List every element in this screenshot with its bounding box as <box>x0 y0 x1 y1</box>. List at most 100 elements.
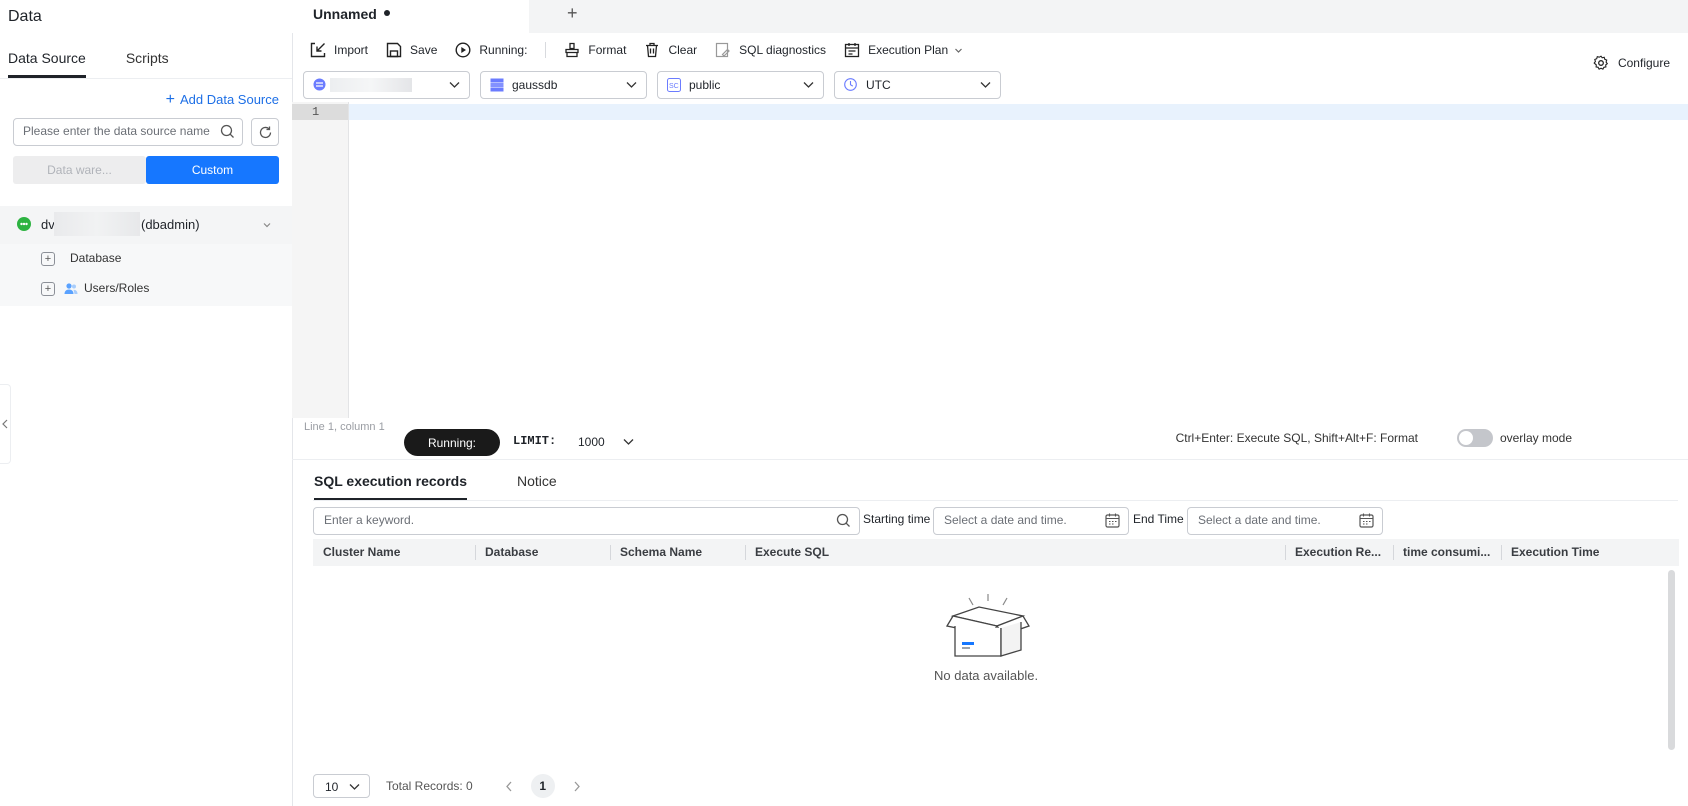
starting-time-input[interactable] <box>934 508 1094 532</box>
column-header[interactable]: Schema Name <box>610 539 745 566</box>
records-table-header: Cluster Name Database Schema Name Execut… <box>313 539 1679 566</box>
database-select[interactable]: gaussdb <box>480 71 647 99</box>
column-header[interactable]: Cluster Name <box>313 539 475 566</box>
divider <box>0 78 292 79</box>
tree-item-database[interactable]: + Database <box>0 244 292 274</box>
data-source-search <box>13 118 243 146</box>
current-line-highlight <box>349 104 1688 120</box>
format-label: Format <box>588 43 627 57</box>
data-source-type-toggle: Data ware... Custom <box>13 156 279 184</box>
connection-selects: gaussdb SC public UTC <box>303 71 1011 99</box>
execution-plan-button[interactable]: Execution Plan <box>844 42 971 58</box>
empty-message: No data available. <box>934 668 1039 683</box>
sql-diagnostics-button[interactable]: SQL diagnostics <box>715 42 826 58</box>
schema-value: public <box>689 78 721 92</box>
starting-time-label: Starting time <box>863 512 931 526</box>
calendar-plan-icon <box>844 42 868 58</box>
tree-item-label: Database <box>70 251 122 265</box>
editor-status-bar: Line 1, column 1 Running: LIMIT: 1000 Ct… <box>292 419 1688 459</box>
column-header[interactable]: Execution Time <box>1501 539 1679 566</box>
save-button[interactable]: Save <box>386 42 437 58</box>
chevron-down-icon[interactable] <box>262 220 272 230</box>
result-tabs: SQL execution records Notice <box>314 472 607 501</box>
keyword-input[interactable] <box>314 508 824 532</box>
column-header[interactable]: Database <box>475 539 610 566</box>
divider <box>313 500 1678 501</box>
add-data-source-link[interactable]: + Add Data Source <box>165 90 279 108</box>
save-label: Save <box>410 43 438 57</box>
chevron-down-icon <box>349 783 360 791</box>
overlay-mode-toggle[interactable] <box>1457 429 1493 447</box>
search-icon[interactable] <box>836 513 851 528</box>
format-button[interactable]: Format <box>564 42 626 58</box>
page-size-value: 10 <box>325 780 339 794</box>
new-tab-button[interactable]: + <box>567 3 578 24</box>
column-header[interactable]: time consumi... <box>1393 539 1501 566</box>
plus-icon: + <box>165 90 175 108</box>
sql-diagnostics-label: SQL diagnostics <box>739 43 827 57</box>
vertical-scrollbar[interactable] <box>1668 570 1675 750</box>
import-label: Import <box>334 43 369 57</box>
connection-user: (dbadmin) <box>141 217 200 232</box>
save-icon <box>386 42 410 58</box>
instance-select[interactable] <box>303 71 470 99</box>
execution-plan-label: Execution Plan <box>868 43 949 57</box>
chevron-down-icon[interactable] <box>623 438 634 446</box>
editor-tab-bar: Unnamed + <box>292 0 1688 33</box>
connection-name-prefix: dv <box>41 217 55 232</box>
data-source-search-input[interactable] <box>14 119 223 143</box>
tab-sql-execution-records[interactable]: SQL execution records <box>314 472 468 501</box>
run-label: Running: <box>479 43 528 57</box>
redacted-name <box>54 212 140 236</box>
sql-editor[interactable]: 1 <box>292 102 1688 418</box>
add-data-source-label: Add Data Source <box>179 92 279 107</box>
refresh-button[interactable] <box>251 118 279 146</box>
tab-unnamed[interactable]: Unnamed <box>292 0 529 33</box>
expand-icon[interactable]: + <box>41 282 55 296</box>
tree-root-connection[interactable]: dv (dbadmin) <box>0 206 292 244</box>
collapse-panel-handle[interactable] <box>0 384 11 464</box>
connection-status-icon <box>17 217 31 231</box>
left-panel: Data Data Source Scripts + Add Data Sour… <box>0 0 293 806</box>
chevron-down-icon <box>954 46 971 55</box>
calendar-icon[interactable] <box>1105 513 1120 528</box>
configure-button[interactable]: Configure <box>1593 55 1670 71</box>
tree-item-users-roles[interactable]: + Users/Roles <box>0 274 292 304</box>
segment-data-warehouse[interactable]: Data ware... <box>13 156 146 184</box>
empty-box-icon <box>945 590 1031 662</box>
schema-select[interactable]: SC public <box>657 71 824 99</box>
search-icon[interactable] <box>220 124 235 139</box>
calendar-icon[interactable] <box>1359 513 1374 528</box>
tab-notice[interactable]: Notice <box>517 472 557 500</box>
clear-button[interactable]: Clear <box>644 42 697 58</box>
divider <box>292 459 1688 460</box>
end-time-input[interactable] <box>1188 508 1348 532</box>
tree-item-label: Users/Roles <box>84 281 150 295</box>
end-time-picker <box>1187 507 1383 535</box>
import-icon <box>310 42 334 58</box>
chevron-down-icon <box>449 81 460 89</box>
column-header[interactable]: Execute SQL <box>745 539 1285 566</box>
page-size-select[interactable]: 10 <box>313 774 370 798</box>
database-icon <box>490 78 504 92</box>
column-header[interactable]: Execution Re... <box>1285 539 1393 566</box>
expand-icon[interactable]: + <box>41 252 55 266</box>
line-number: 1 <box>292 104 348 120</box>
chevron-down-icon <box>626 81 637 89</box>
clock-icon <box>844 78 857 91</box>
timezone-select[interactable]: UTC <box>834 71 1001 99</box>
toolbar: Import Save Running: Format Clear SQL di… <box>310 38 989 62</box>
next-page-icon[interactable] <box>573 781 581 792</box>
tab-scripts[interactable]: Scripts <box>126 48 169 78</box>
tab-data-source[interactable]: Data Source <box>8 48 86 78</box>
import-button[interactable]: Import <box>310 42 368 58</box>
run-button[interactable]: Running: <box>455 42 527 58</box>
run-sql-button[interactable]: Running: <box>404 429 500 456</box>
pagination: 10 Total Records: 0 1 <box>313 774 599 798</box>
page-number[interactable]: 1 <box>530 774 555 798</box>
limit-value[interactable]: 1000 <box>578 435 605 449</box>
refresh-icon <box>258 125 273 140</box>
segment-custom[interactable]: Custom <box>146 156 279 184</box>
format-brush-icon <box>564 42 588 58</box>
prev-page-icon[interactable] <box>505 781 513 792</box>
